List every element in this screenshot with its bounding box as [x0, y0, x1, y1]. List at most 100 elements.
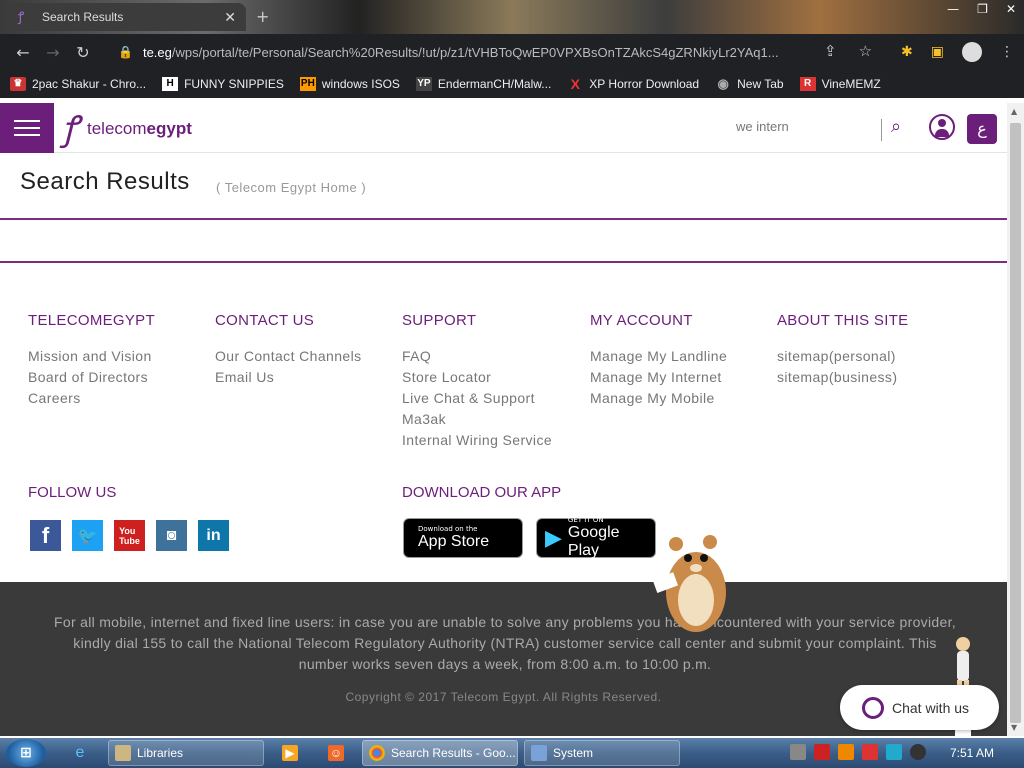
- taskbar-clock[interactable]: 7:51 AM: [950, 746, 994, 760]
- scroll-up-icon[interactable]: ▲: [1011, 107, 1017, 116]
- footer-link[interactable]: Manage My Internet: [590, 367, 770, 388]
- footer-link[interactable]: Our Contact Channels: [215, 346, 395, 367]
- footer-link[interactable]: FAQ: [402, 346, 582, 367]
- language-toggle-button[interactable]: ع: [967, 114, 997, 144]
- menu-kebab-icon[interactable]: ⋮: [1000, 44, 1014, 60]
- footer-col-telecomegypt: TELECOMEGYPT Mission and Vision Board of…: [28, 312, 208, 409]
- bookmark-label: windows ISOS: [321, 77, 400, 91]
- bookmark-label: New Tab: [737, 77, 784, 91]
- site-search-input[interactable]: we intern: [736, 119, 876, 134]
- profile-avatar-icon[interactable]: [962, 42, 982, 62]
- user-account-icon[interactable]: [929, 114, 955, 140]
- telecom-egypt-logo[interactable]: ꝭ telecomegypt: [62, 110, 192, 148]
- reload-icon[interactable]: ↻: [68, 43, 98, 62]
- taskbar-system[interactable]: System: [524, 740, 680, 766]
- tray-icon[interactable]: [886, 744, 902, 760]
- tray-icon[interactable]: [910, 744, 926, 760]
- footer-link[interactable]: sitemap(business): [777, 367, 957, 388]
- footer-link[interactable]: sitemap(personal): [777, 346, 957, 367]
- url-path: /wps/portal/te/Personal/Search%20Results…: [171, 44, 779, 60]
- bookmark-item[interactable]: ◉ New Tab: [715, 76, 784, 92]
- tray-icon[interactable]: [790, 744, 806, 760]
- twitter-icon[interactable]: 🐦: [72, 520, 103, 551]
- close-window-icon[interactable]: ✕: [1006, 2, 1016, 16]
- bookmark-label: XP Horror Download: [589, 77, 700, 91]
- googleplay-small-text: GET IT ON: [567, 516, 604, 524]
- browser-tab[interactable]: ꝭ Search Results ✕: [8, 3, 246, 31]
- 2pac-icon: ♛: [10, 77, 26, 91]
- folder-icon: [115, 745, 131, 761]
- sidepanel-icon[interactable]: ▣: [931, 44, 944, 60]
- maximize-icon[interactable]: ❐: [977, 2, 988, 16]
- googleplay-big-text: Google Play: [567, 524, 620, 559]
- footer-heading: MY ACCOUNT: [590, 312, 693, 329]
- media-player-icon[interactable]: ▶: [276, 740, 306, 766]
- bookmark-label: VineMEMZ: [821, 77, 881, 91]
- bookmark-item[interactable]: PH windows ISOS: [299, 77, 400, 91]
- globe-icon: ◉: [717, 76, 729, 91]
- close-tab-icon[interactable]: ✕: [224, 9, 236, 26]
- breadcrumb-home-link[interactable]: ( Telecom Egypt Home ): [216, 180, 366, 195]
- minimize-icon[interactable]: —: [947, 2, 959, 16]
- share-icon[interactable]: ⇪: [824, 42, 837, 60]
- logo-mark-icon: ꝭ: [62, 109, 79, 149]
- chat-with-us-button[interactable]: Chat with us: [840, 685, 999, 730]
- footer-link[interactable]: Internal Wiring Service: [402, 430, 582, 451]
- footer-link[interactable]: Email Us: [215, 367, 395, 388]
- system-tray: [790, 744, 926, 760]
- window-controls: — ❐ ✕: [947, 2, 1016, 16]
- scroll-thumb[interactable]: [1010, 123, 1021, 723]
- taskbar-chrome[interactable]: Search Results - Goo...: [362, 740, 518, 766]
- chrome-icon: [369, 745, 385, 761]
- tray-icon[interactable]: [862, 744, 878, 760]
- hamster-desktop-pet: [652, 535, 726, 632]
- omnibox-actions: ⇪ ☆: [824, 42, 872, 60]
- page-scrollbar[interactable]: ▲ ▼: [1007, 103, 1024, 736]
- instagram-icon[interactable]: ◙: [156, 520, 187, 551]
- forward-icon[interactable]: →: [38, 43, 68, 62]
- scroll-down-icon[interactable]: ▼: [1011, 723, 1017, 732]
- footer-link[interactable]: Store Locator: [402, 367, 582, 388]
- bookmark-item[interactable]: R VineMEMZ: [799, 77, 881, 91]
- bookmark-item[interactable]: YP EndermanCH/Malw...: [415, 77, 551, 91]
- app-icon[interactable]: ☺: [322, 740, 352, 766]
- linkedin-icon[interactable]: in: [198, 520, 229, 551]
- ntra-notice: For all mobile, internet and fixed line …: [54, 614, 956, 672]
- new-tab-icon[interactable]: +: [256, 7, 269, 26]
- footer-link[interactable]: Careers: [28, 388, 208, 409]
- tray-icon[interactable]: [838, 744, 854, 760]
- footer-link[interactable]: Mission and Vision: [28, 346, 208, 367]
- google-play-badge[interactable]: ▶ GET IT ON Google Play: [536, 516, 656, 559]
- chat-headset-icon: [862, 696, 884, 719]
- r-icon: R: [799, 77, 816, 91]
- hamburger-menu-icon[interactable]: [0, 103, 54, 153]
- extensions-icon[interactable]: ✱: [901, 44, 913, 60]
- bookmark-star-icon[interactable]: ☆: [859, 42, 872, 60]
- taskbar-libraries[interactable]: Libraries: [108, 740, 264, 766]
- back-icon[interactable]: ←: [8, 43, 38, 62]
- tab-title: Search Results: [42, 10, 124, 24]
- tray-icon[interactable]: [814, 744, 830, 760]
- app-store-badge[interactable]: Download on the App Store: [403, 518, 523, 558]
- bookmark-item[interactable]: H FUNNY SNIPPIES: [162, 77, 284, 91]
- youtube-icon[interactable]: You Tube: [114, 520, 145, 551]
- bookmark-item[interactable]: X XP Horror Download: [567, 77, 700, 91]
- search-icon[interactable]: ⌕: [891, 116, 901, 137]
- footer-col-support: SUPPORT FAQ Store Locator Live Chat & Su…: [402, 312, 582, 451]
- footer-link[interactable]: Board of Directors: [28, 367, 208, 388]
- divider-top: [0, 218, 1007, 220]
- address-bar[interactable]: 🔒 te.eg /wps/portal/te/Personal/Search%2…: [108, 38, 883, 66]
- footer-link[interactable]: Manage My Landline: [590, 346, 770, 367]
- footer-heading: TELECOMEGYPT: [28, 312, 155, 329]
- bookmark-item[interactable]: ♛ 2pac Shakur - Chro...: [10, 77, 146, 91]
- footer-col-contact: CONTACT US Our Contact Channels Email Us: [215, 312, 395, 388]
- start-button-icon[interactable]: ⊞: [6, 739, 46, 767]
- browser-tab-strip: ꝭ Search Results ✕ + — ❐ ✕: [0, 0, 1024, 34]
- ie-icon[interactable]: e: [66, 740, 96, 766]
- footer-link[interactable]: Ma3ak: [402, 409, 582, 430]
- footer-link[interactable]: Live Chat & Support: [402, 388, 582, 409]
- footer-link[interactable]: Manage My Mobile: [590, 388, 770, 409]
- facebook-icon[interactable]: f: [30, 520, 61, 551]
- taskbar-label: Libraries: [137, 746, 184, 760]
- ph-icon: PH: [299, 77, 316, 91]
